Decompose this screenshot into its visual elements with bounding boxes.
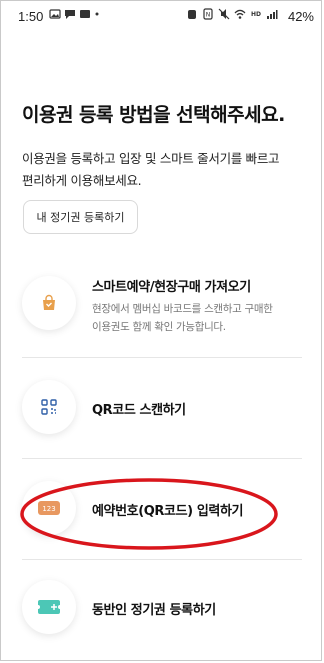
wifi-icon	[234, 9, 246, 19]
option-smart-reservation[interactable]: 스마트예약/현장구매 가져오기 현장에서 멤버십 바코드를 스캔하고 구매한 이…	[22, 270, 302, 356]
option-icon-circle: 123	[22, 481, 76, 535]
option-icon-circle	[22, 580, 76, 634]
shopping-bag-icon	[43, 294, 55, 310]
option-reservation-number[interactable]: 123 예약번호(QR코드) 입력하기	[22, 481, 302, 541]
option-label: 예약번호(QR코드) 입력하기	[92, 504, 244, 519]
option-icon-circle	[22, 380, 76, 434]
battery-percent: 42%	[287, 9, 314, 24]
description-line: 현장에서 멤버십 바코드를 스캔하고 구매한	[92, 303, 273, 315]
option-label: QR코드 스캔하기	[92, 403, 186, 418]
mute-icon	[218, 8, 230, 20]
hd-voice-icon: HD	[251, 11, 261, 18]
system-icons: N HD	[186, 8, 278, 20]
page-title: 이용권 등록 방법을 선택해주세요.	[22, 104, 285, 126]
signal-icon	[267, 10, 278, 19]
chat-icon	[65, 10, 75, 19]
svg-text:N: N	[206, 12, 211, 19]
ticket-add-icon	[38, 600, 60, 614]
subtitle-line: 이용권을 등록하고 입장 및 스마트 줄서기를 빠르고	[22, 151, 280, 166]
svg-text:123: 123	[42, 505, 55, 513]
number-123-icon: 123	[38, 501, 60, 515]
status-bar: 1:50 N HD 42%	[0, 0, 324, 32]
option-description: 현장에서 멤버십 바코드를 스캔하고 구매한 이용권도 함께 확인 가능합니다.	[92, 300, 314, 336]
option-label: 동반인 정기권 등록하기	[92, 603, 216, 618]
divider	[22, 458, 302, 459]
option-companion-season-pass[interactable]: 동반인 정기권 등록하기	[22, 580, 302, 640]
message-icon	[80, 10, 90, 18]
divider	[22, 357, 302, 358]
register-season-pass-button[interactable]: 내 정기권 등록하기	[23, 200, 138, 234]
qr-scan-icon	[41, 399, 57, 415]
description-line: 이용권도 함께 확인 가능합니다.	[92, 321, 226, 333]
dot-icon	[95, 12, 99, 16]
nfc-icon: N	[203, 8, 213, 20]
option-icon-circle	[22, 276, 76, 330]
subtitle-line: 편리하게 이용해보세요.	[22, 173, 142, 188]
status-time: 1:50	[18, 9, 44, 24]
image-icon	[49, 9, 61, 19]
notification-icons	[49, 8, 100, 20]
option-label: 스마트예약/현장구매 가져오기	[92, 280, 251, 295]
svg-text:HD: HD	[251, 11, 261, 18]
alarm-icon	[188, 10, 196, 19]
divider	[22, 559, 302, 560]
option-qr-scan[interactable]: QR코드 스캔하기	[22, 380, 302, 440]
page-subtitle: 이용권을 등록하고 입장 및 스마트 줄서기를 빠르고 편리하게 이용해보세요.	[22, 148, 312, 192]
